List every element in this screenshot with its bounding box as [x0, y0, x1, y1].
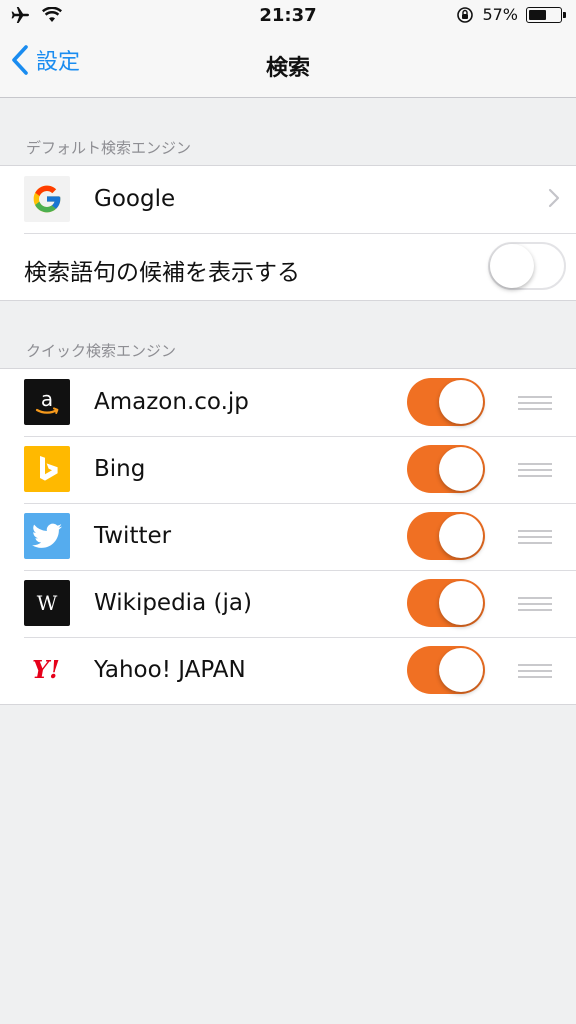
reorder-handle[interactable] — [518, 664, 552, 678]
quick-engine-row-wikipedia: W Wikipedia (ja) — [0, 570, 576, 637]
suggest-terms-toggle[interactable] — [488, 242, 566, 290]
quick-engine-toggle[interactable] — [407, 579, 485, 627]
quick-engine-toggle[interactable] — [407, 378, 485, 426]
quick-engine-label: Wikipedia (ja) — [94, 590, 252, 616]
svg-text:a: a — [41, 387, 53, 411]
suggest-terms-row: 検索語句の候補を表示する — [0, 233, 576, 300]
reorder-handle[interactable] — [518, 463, 552, 477]
google-icon — [24, 176, 70, 222]
battery-icon — [526, 6, 566, 23]
quick-engine-toggle[interactable] — [407, 512, 485, 560]
orientation-lock-icon — [457, 6, 474, 23]
svg-text:W: W — [37, 591, 58, 615]
toggle-knob — [439, 447, 483, 491]
quick-engine-row-amazon: a Amazon.co.jp — [0, 369, 576, 436]
default-engine-row[interactable]: Google — [0, 166, 576, 233]
reorder-handle[interactable] — [518, 396, 552, 410]
toggle-knob — [439, 648, 483, 692]
yahoo-japan-icon: Y! — [24, 647, 70, 693]
toggle-knob — [439, 581, 483, 625]
quick-engine-label: Bing — [94, 456, 146, 482]
quick-engine-toggle[interactable] — [407, 445, 485, 493]
quick-engine-label: Amazon.co.jp — [94, 389, 249, 415]
amazon-icon: a — [24, 379, 70, 425]
section-header-default-engine: デフォルト検索エンジン — [26, 139, 192, 157]
quick-engines-group: a Amazon.co.jp Bing Twitter W Wikipedia … — [0, 368, 576, 705]
chevron-right-icon — [548, 188, 560, 208]
toggle-knob — [439, 380, 483, 424]
quick-engine-label: Twitter — [94, 523, 172, 549]
quick-engine-row-yahoo-japan: Y! Yahoo! JAPAN — [0, 637, 576, 704]
quick-engine-toggle[interactable] — [407, 646, 485, 694]
default-engine-label: Google — [94, 186, 176, 212]
page-title: 検索 — [265, 56, 310, 81]
status-right: 57% — [456, 5, 566, 24]
reorder-handle[interactable] — [518, 597, 552, 611]
suggest-terms-label: 検索語句の候補を表示する — [24, 260, 300, 286]
quick-engine-row-twitter: Twitter — [0, 503, 576, 570]
default-engine-group: Google 検索語句の候補を表示する — [0, 165, 576, 301]
section-header-quick-engines: クイック検索エンジン — [26, 342, 177, 360]
svg-text:Y!: Y! — [32, 655, 60, 684]
quick-engine-label: Yahoo! JAPAN — [94, 657, 246, 683]
wikipedia-icon: W — [24, 580, 70, 626]
quick-engine-row-bing: Bing — [0, 436, 576, 503]
toggle-knob — [490, 244, 534, 288]
battery-fill — [529, 9, 546, 20]
battery-percentage: 57% — [482, 5, 518, 24]
toggle-knob — [439, 514, 483, 558]
navigation-bar: 設定 検索 — [0, 32, 576, 98]
status-bar: 21:37 57% — [0, 0, 576, 32]
twitter-icon — [24, 513, 70, 559]
reorder-handle[interactable] — [518, 530, 552, 544]
bing-icon — [24, 446, 70, 492]
